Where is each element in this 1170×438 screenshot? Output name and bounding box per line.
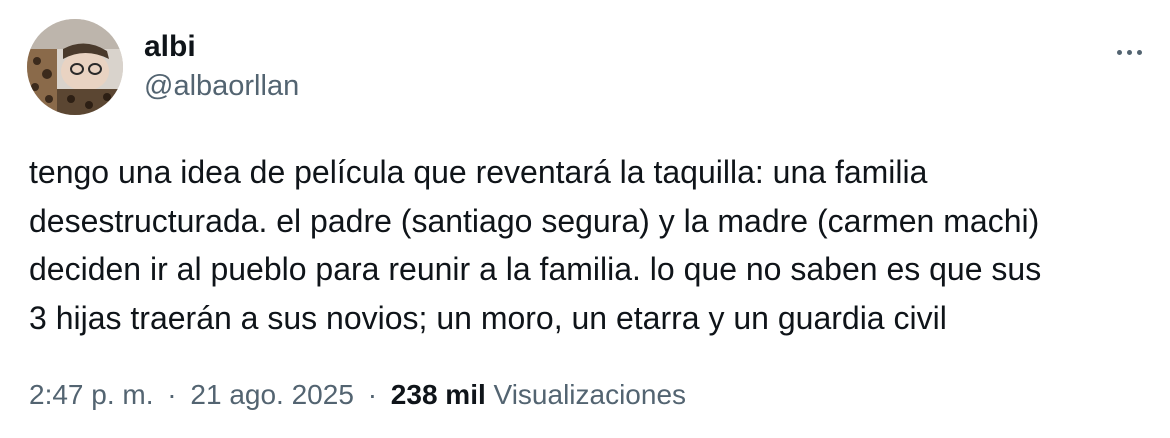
profile-photo-icon [27, 19, 123, 115]
tweet-text: tengo una idea de película que reventará… [29, 148, 1149, 342]
ellipsis-dot [1136, 49, 1142, 55]
avatar[interactable] [27, 19, 123, 115]
tweet-time[interactable]: 2:47 p. m. [29, 379, 154, 410]
tweet-text-line: deciden ir al pueblo para reunir a la fa… [29, 251, 1042, 287]
tweet-text-line: 3 hijas traerán a sus novios; un moro, u… [29, 299, 947, 336]
more-options-button[interactable] [1106, 34, 1152, 70]
ellipsis-horizontal-icon [1116, 49, 1122, 55]
tweet-text-line: desestructurada. el padre (santiago segu… [29, 202, 1040, 239]
author-display-name[interactable]: albi [144, 29, 196, 65]
meta-separator: · [367, 379, 378, 410]
author-handle[interactable]: @albaorllan [144, 68, 299, 104]
tweet-text-line: tengo una idea de película que reventará… [29, 154, 928, 190]
tweet-card: albi @albaorllan tengo una idea de pelíc… [0, 0, 1170, 438]
views-count[interactable]: 238 mil [391, 379, 486, 410]
ellipsis-dot [1126, 49, 1132, 55]
tweet-date[interactable]: 21 ago. 2025 [190, 379, 354, 410]
tweet-metadata: 2:47 p. m. · 21 ago. 2025 · 238 mil Visu… [29, 375, 686, 415]
views-label[interactable]: Visualizaciones [494, 379, 687, 410]
meta-separator: · [167, 379, 177, 410]
